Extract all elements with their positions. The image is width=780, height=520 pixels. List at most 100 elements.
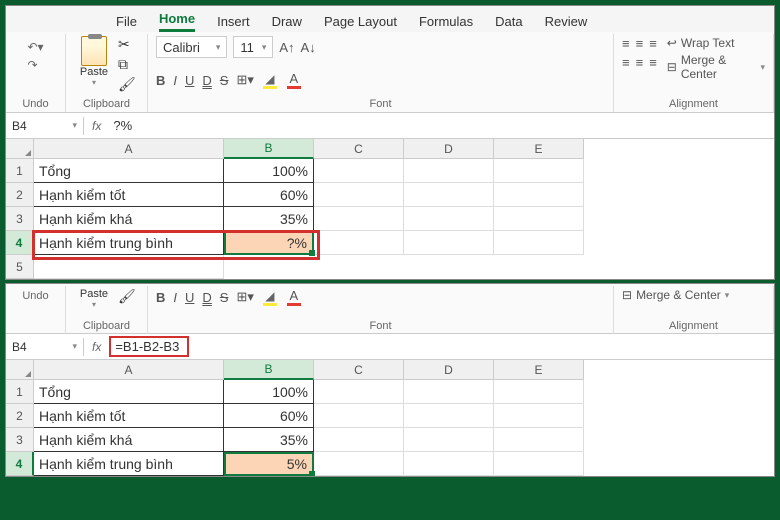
underline-button-b[interactable]: U (185, 290, 194, 305)
font-name-select[interactable]: Calibri▾ (156, 36, 227, 58)
align-top-icon[interactable]: ≡ (622, 36, 630, 51)
col-header-e-b[interactable]: E (494, 360, 584, 380)
row-header-5[interactable]: 5 (6, 255, 34, 279)
col-header-c-b[interactable]: C (314, 360, 404, 380)
cell-e1[interactable] (494, 159, 584, 183)
cell-b3[interactable]: 35% (224, 207, 314, 231)
cell-c2-b[interactable] (314, 404, 404, 428)
decrease-font-icon[interactable]: A↓ (301, 40, 316, 55)
bold-button-b[interactable]: B (156, 290, 165, 305)
cell-d4[interactable] (404, 231, 494, 255)
tab-review[interactable]: Review (545, 14, 588, 29)
row-header-4[interactable]: 4 (6, 231, 34, 255)
name-box[interactable]: B4▾ (6, 117, 84, 135)
tab-insert[interactable]: Insert (217, 14, 250, 29)
cell-d4-b[interactable] (404, 452, 494, 476)
underline-button[interactable]: U (185, 73, 194, 88)
col-header-c[interactable]: C (314, 139, 404, 159)
wrap-text-button[interactable]: ↩Wrap Text (667, 36, 765, 50)
spreadsheet-grid-b[interactable]: A B C D E 1 Tổng 100% 2 Hạnh kiểm tốt 60… (6, 360, 774, 476)
align-middle-icon[interactable]: ≡ (636, 36, 644, 51)
col-header-d[interactable]: D (404, 139, 494, 159)
cell-d2-b[interactable] (404, 404, 494, 428)
border-button-b[interactable]: ⊞▾ (236, 289, 253, 305)
formula-input[interactable]: ?% (109, 116, 774, 135)
bold-button[interactable]: B (156, 73, 165, 88)
double-underline-button[interactable]: D (202, 73, 211, 88)
strikethrough-button-b[interactable]: S (220, 290, 229, 305)
merge-center-button[interactable]: ⊟Merge & Center▾ (667, 53, 765, 81)
double-underline-button-b[interactable]: D (202, 290, 211, 305)
formula-input-b[interactable]: =B1-B2-B3 (109, 336, 189, 357)
cell-d3-b[interactable] (404, 428, 494, 452)
tab-draw[interactable]: Draw (272, 14, 302, 29)
cell-e1-b[interactable] (494, 380, 584, 404)
cell-e4-b[interactable] (494, 452, 584, 476)
col-header-b-b[interactable]: B (224, 360, 314, 380)
cell-a3[interactable]: Hạnh kiểm khá (34, 207, 224, 231)
cell-c4[interactable] (314, 231, 404, 255)
cell-b2[interactable]: 60% (224, 183, 314, 207)
cell-c1[interactable] (314, 159, 404, 183)
cell-b4[interactable]: ?% (224, 231, 314, 255)
cell-c3[interactable] (314, 207, 404, 231)
col-header-b[interactable]: B (224, 139, 314, 159)
row-header-2-b[interactable]: 2 (6, 404, 34, 428)
fx-icon-b[interactable]: fx (84, 340, 109, 354)
font-size-select[interactable]: 11▾ (233, 36, 273, 58)
cell-a1[interactable]: Tổng (34, 159, 224, 183)
cell-d1-b[interactable] (404, 380, 494, 404)
tab-data[interactable]: Data (495, 14, 522, 29)
cell-e2-b[interactable] (494, 404, 584, 428)
col-header-a[interactable]: A (34, 139, 224, 159)
cell-a4[interactable]: Hạnh kiểm trung bình (34, 231, 224, 255)
cell-b1[interactable]: 100% (224, 159, 314, 183)
cell-b2-b[interactable]: 60% (224, 404, 314, 428)
tab-file[interactable]: File (116, 14, 137, 29)
cell-e4[interactable] (494, 231, 584, 255)
row-header-4-b[interactable]: 4 (6, 452, 34, 476)
tab-page-layout[interactable]: Page Layout (324, 14, 397, 29)
cell-d2[interactable] (404, 183, 494, 207)
row-header-1[interactable]: 1 (6, 159, 34, 183)
cell-e3[interactable] (494, 207, 584, 231)
format-painter-icon[interactable]: 🖌 (118, 76, 136, 93)
border-button[interactable]: ⊞▾ (236, 72, 253, 88)
strikethrough-button[interactable]: S (220, 73, 229, 88)
font-color-button[interactable]: A (286, 71, 302, 89)
paste-button-b[interactable]: Paste ▾ (74, 288, 114, 309)
col-header-d-b[interactable]: D (404, 360, 494, 380)
cell-e2[interactable] (494, 183, 584, 207)
cell-b3-b[interactable]: 35% (224, 428, 314, 452)
align-right-icon[interactable]: ≡ (649, 55, 657, 70)
row-header-3-b[interactable]: 3 (6, 428, 34, 452)
align-left-icon[interactable]: ≡ (622, 55, 630, 70)
cell-a4-b[interactable]: Hạnh kiểm trung bình (34, 452, 224, 476)
copy-icon[interactable]: ⧉ (118, 56, 136, 73)
tab-home[interactable]: Home (159, 11, 195, 32)
fx-icon[interactable]: fx (84, 119, 109, 133)
cell-b1-b[interactable]: 100% (224, 380, 314, 404)
cell-a5[interactable] (34, 255, 224, 279)
cell-a2[interactable]: Hạnh kiểm tốt (34, 183, 224, 207)
fill-color-button-b[interactable]: ◢ (262, 289, 278, 306)
cell-a1-b[interactable]: Tổng (34, 380, 224, 404)
cell-d3[interactable] (404, 207, 494, 231)
row-header-3[interactable]: 3 (6, 207, 34, 231)
cell-c1-b[interactable] (314, 380, 404, 404)
font-color-button-b[interactable]: A (286, 288, 302, 306)
format-painter-icon-b[interactable]: 🖌 (118, 288, 136, 305)
undo-icon[interactable]: ↶▾ (27, 40, 43, 54)
cell-d1[interactable] (404, 159, 494, 183)
select-all-corner[interactable] (6, 139, 34, 159)
cell-a2-b[interactable]: Hạnh kiểm tốt (34, 404, 224, 428)
cell-e3-b[interactable] (494, 428, 584, 452)
tab-formulas[interactable]: Formulas (419, 14, 473, 29)
row-header-1-b[interactable]: 1 (6, 380, 34, 404)
italic-button[interactable]: I (173, 73, 177, 88)
name-box-b[interactable]: B4▾ (6, 338, 84, 356)
col-header-a-b[interactable]: A (34, 360, 224, 380)
select-all-corner-b[interactable] (6, 360, 34, 380)
paste-button[interactable]: Paste ▾ (74, 36, 114, 93)
cut-icon[interactable]: ✂ (118, 36, 136, 53)
